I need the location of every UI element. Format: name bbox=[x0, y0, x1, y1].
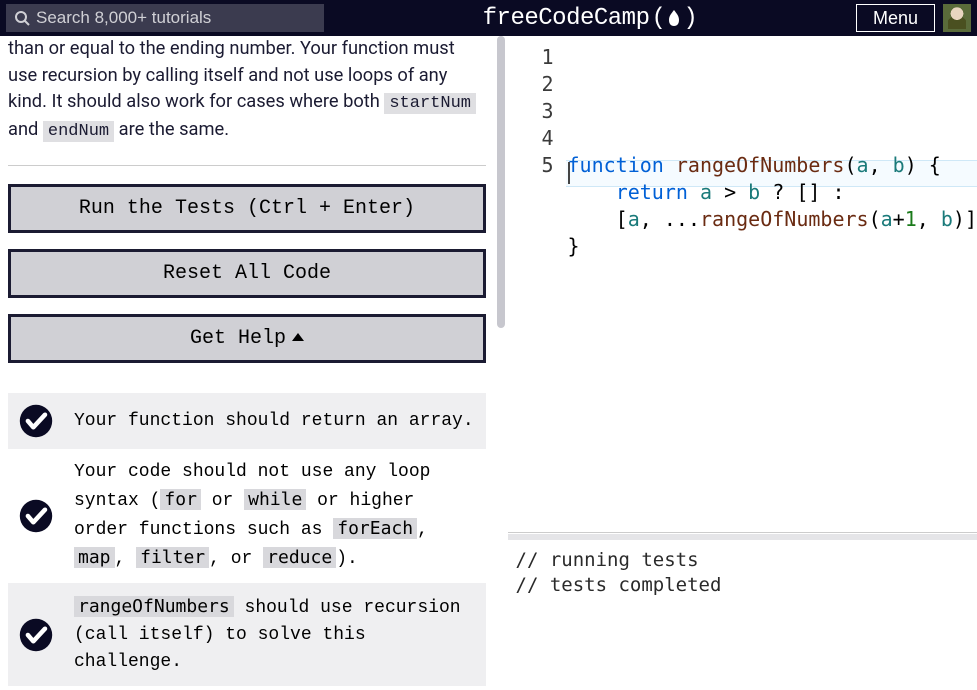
checkmark-icon bbox=[18, 403, 54, 439]
logo-text: freeCodeCamp bbox=[483, 5, 650, 32]
code-token: map bbox=[74, 547, 115, 568]
instructions-text: than or equal to the ending number. Your… bbox=[8, 36, 486, 163]
line-number: 2 bbox=[508, 71, 554, 98]
divider bbox=[8, 165, 486, 166]
fire-icon: () bbox=[651, 5, 697, 32]
caret-up-icon bbox=[292, 333, 304, 341]
console-line: // tests completed bbox=[516, 573, 969, 598]
code-token: startNum bbox=[384, 93, 476, 114]
challenge-panel: than or equal to the ending number. Your… bbox=[0, 36, 494, 690]
avatar[interactable] bbox=[943, 4, 971, 32]
console-output: // running tests // tests completed bbox=[508, 540, 977, 690]
code-token: while bbox=[244, 489, 306, 510]
get-help-button[interactable]: Get Help bbox=[8, 314, 486, 363]
top-nav: freeCodeCamp() Menu bbox=[0, 0, 977, 36]
vertical-resize-handle[interactable] bbox=[494, 36, 508, 690]
reset-code-button[interactable]: Reset All Code bbox=[8, 249, 486, 298]
test-text: Your code should not use any loop syntax… bbox=[74, 459, 476, 573]
line-number: 5 bbox=[508, 152, 554, 179]
line-gutter: 12345 bbox=[508, 44, 568, 532]
code-line: } bbox=[568, 233, 977, 260]
test-row: Your code should not use any loop syntax… bbox=[8, 449, 486, 583]
code-line: [a, ...rangeOfNumbers(a+1, b)] bbox=[568, 206, 977, 233]
code-editor[interactable]: 12345 function rangeOfNumbers(a, b) { re… bbox=[508, 36, 977, 532]
console-line: // running tests bbox=[516, 548, 969, 573]
test-text: rangeOfNumbers should use recursion (cal… bbox=[74, 593, 476, 676]
test-text: Your function should return an array. bbox=[74, 408, 474, 435]
search-input[interactable] bbox=[36, 8, 316, 28]
search-icon bbox=[14, 10, 30, 26]
menu-button[interactable]: Menu bbox=[856, 4, 935, 32]
code-token: rangeOfNumbers bbox=[74, 596, 234, 617]
code-token: forEach bbox=[333, 518, 417, 539]
editor-panel: 12345 function rangeOfNumbers(a, b) { re… bbox=[508, 36, 977, 690]
test-row: rangeOfNumbers should use recursion (cal… bbox=[8, 583, 486, 686]
horizontal-resize-handle[interactable] bbox=[508, 532, 977, 540]
checkmark-icon bbox=[18, 617, 54, 653]
code-token: for bbox=[160, 489, 201, 510]
text-cursor bbox=[568, 162, 570, 184]
checkmark-icon bbox=[18, 498, 54, 534]
line-number: 1 bbox=[508, 44, 554, 71]
code-line: return a > b ? [] : bbox=[568, 179, 977, 206]
code-area[interactable]: function rangeOfNumbers(a, b) { return a… bbox=[568, 44, 977, 532]
tests-list: Your function should return an array. You… bbox=[8, 393, 486, 690]
line-number: 3 bbox=[508, 98, 554, 125]
code-line bbox=[568, 260, 977, 287]
logo[interactable]: freeCodeCamp() bbox=[332, 5, 848, 32]
line-number: 4 bbox=[508, 125, 554, 152]
code-token: reduce bbox=[263, 547, 336, 568]
test-row: Your function should return an array. bbox=[8, 393, 486, 449]
code-line: function rangeOfNumbers(a, b) { bbox=[568, 152, 977, 179]
code-token: filter bbox=[136, 547, 209, 568]
code-token: endNum bbox=[43, 121, 114, 142]
search-container[interactable] bbox=[6, 4, 324, 32]
run-tests-button[interactable]: Run the Tests (Ctrl + Enter) bbox=[8, 184, 486, 233]
test-row: rangeOfNumbers(1, 5) should return [1, 2… bbox=[8, 686, 486, 690]
